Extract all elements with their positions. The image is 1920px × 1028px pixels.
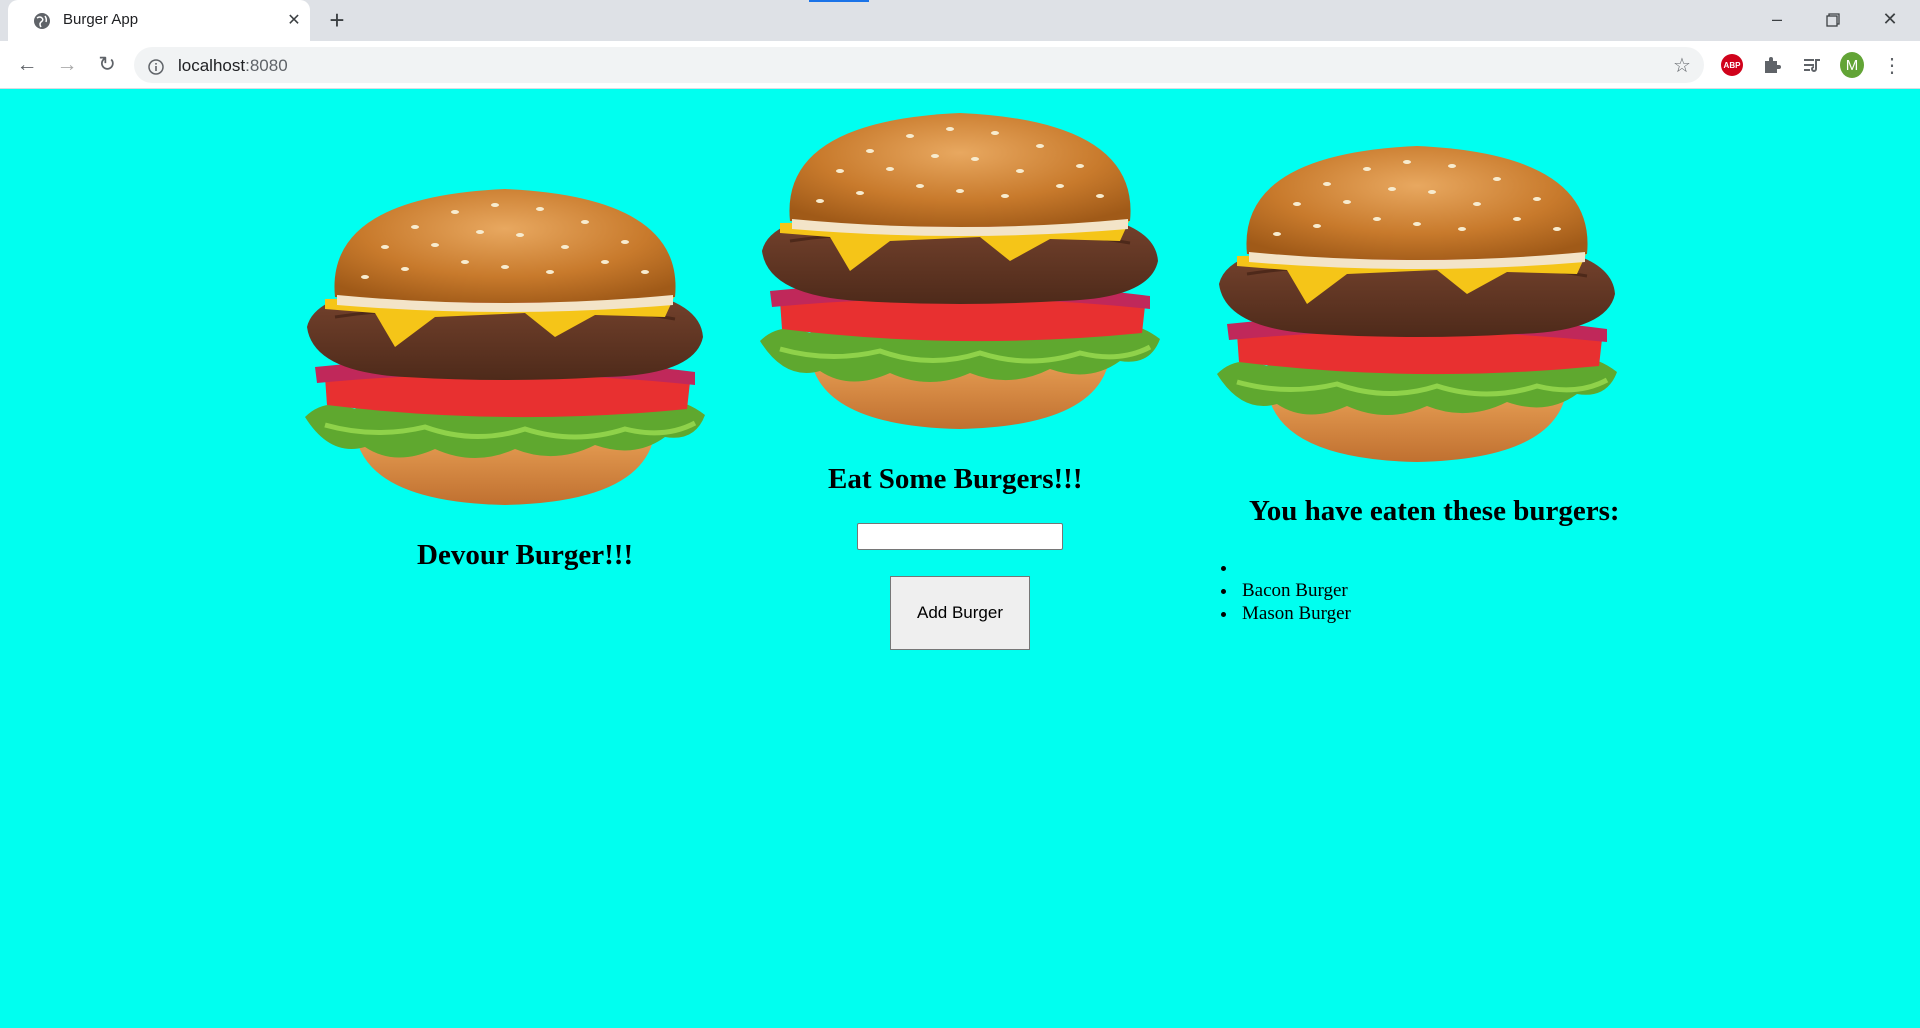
add-burger-button[interactable]: Add Burger: [890, 576, 1030, 650]
burger-image: [750, 111, 1170, 431]
star-icon[interactable]: ☆: [1670, 53, 1694, 77]
puzzle-icon[interactable]: [1760, 53, 1784, 77]
back-arrow-icon[interactable]: ←: [15, 53, 39, 77]
eaten-list: Bacon Burger Mason Burger: [1220, 556, 1351, 625]
close-window-icon[interactable]: ✕: [1870, 4, 1910, 34]
kebab-menu-icon[interactable]: ⋮: [1880, 53, 1904, 77]
eaten-heading: You have eaten these burgers:: [1249, 495, 1620, 527]
tab-burger-app[interactable]: Burger App ✕: [8, 0, 310, 41]
avatar[interactable]: M: [1840, 52, 1864, 78]
list-item: Bacon Burger: [1238, 579, 1351, 602]
close-icon[interactable]: ✕: [284, 11, 304, 31]
minimize-icon[interactable]: –: [1757, 4, 1797, 34]
devour-heading: Devour Burger!!!: [417, 539, 634, 571]
url-text[interactable]: localhost:8080: [178, 56, 288, 76]
page-content: Devour Burger!!! Eat Some Burgers!!! Add…: [0, 89, 1920, 1028]
globe-icon: [34, 13, 50, 29]
list-item: Mason Burger: [1238, 602, 1351, 625]
url-host: localhost: [178, 56, 246, 75]
forward-arrow-icon[interactable]: →: [55, 53, 79, 77]
burger-name-input[interactable]: [857, 523, 1063, 550]
reload-icon[interactable]: ↻: [95, 53, 119, 77]
browser-toolbar: ← → ↻ localhost:8080 ☆ ABP M ⋮: [0, 41, 1920, 89]
browser-window: Burger App ✕ + – ✕ ← → ↻ localhost:8080 …: [0, 0, 1920, 1028]
url-port: :8080: [245, 56, 288, 75]
burger-image: [1207, 144, 1627, 464]
burger-image: [295, 187, 715, 507]
profile-initial: M: [1840, 52, 1864, 78]
adblock-label: ABP: [1721, 54, 1743, 76]
address-bar[interactable]: [134, 47, 1704, 83]
tab-title: Burger App: [63, 11, 139, 28]
media-queue-icon[interactable]: [1800, 53, 1824, 77]
tab-strip: Burger App ✕ + – ✕: [0, 0, 1920, 41]
plus-icon[interactable]: +: [325, 7, 349, 33]
info-icon[interactable]: [148, 59, 164, 75]
adblock-icon[interactable]: ABP: [1720, 53, 1744, 77]
list-item: [1238, 556, 1351, 579]
restore-icon[interactable]: [1813, 4, 1853, 34]
loading-indicator: [809, 0, 869, 2]
add-heading: Eat Some Burgers!!!: [828, 463, 1083, 495]
